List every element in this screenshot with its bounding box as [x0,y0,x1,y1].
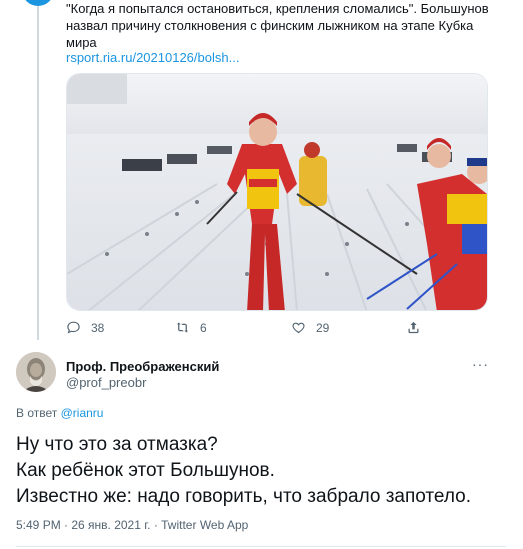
share-icon [408,321,419,334]
avatar-portrait [16,352,56,392]
retweet-button[interactable]: 6 [175,320,207,335]
heart-icon [292,322,305,334]
quoted-author-avatar[interactable] [22,0,54,6]
tweet-line: Ну что это за отмазка? [16,434,218,455]
author-handle[interactable]: @prof_preobr [66,375,146,390]
reply-button[interactable]: 38 [66,320,104,335]
reply-prefix: В ответ [16,406,58,420]
quoted-tweet-text: "Когда я попытался остановиться, креплен… [66,1,489,50]
like-button[interactable]: 29 [291,320,329,335]
author-name[interactable]: Проф. Преображенский [66,359,219,374]
tweet-line: Известно же: надо говорить, что забрало … [16,486,472,507]
tweet-text: Ну что это за отмазка? Как ребёнок этот … [16,432,516,510]
author-avatar[interactable] [16,352,56,392]
like-count: 29 [316,320,330,335]
tweet-photo[interactable] [66,73,488,311]
share-button[interactable] [406,320,431,335]
retweet-icon [176,322,189,333]
reply-context: В ответ @rianru [16,406,103,420]
reply-mention-link[interactable]: @rianru [61,406,104,420]
tweet-line: Как ребёнок этот Большунов. [16,460,275,481]
tweet-timestamp[interactable]: 5:49 PM · 26 янв. 2021 г. · Twitter Web … [16,518,248,532]
comment-icon [67,321,80,334]
reply-count: 38 [91,320,105,335]
ski-race-photo [67,74,487,310]
divider [16,546,506,547]
thread-line [37,0,39,340]
article-link[interactable]: rsport.ria.ru/20210126/bolsh... [66,50,239,65]
retweet-count: 6 [200,320,207,335]
more-icon[interactable]: ··· [472,356,489,372]
quoted-tweet-actions: 38 6 29 [66,320,486,338]
